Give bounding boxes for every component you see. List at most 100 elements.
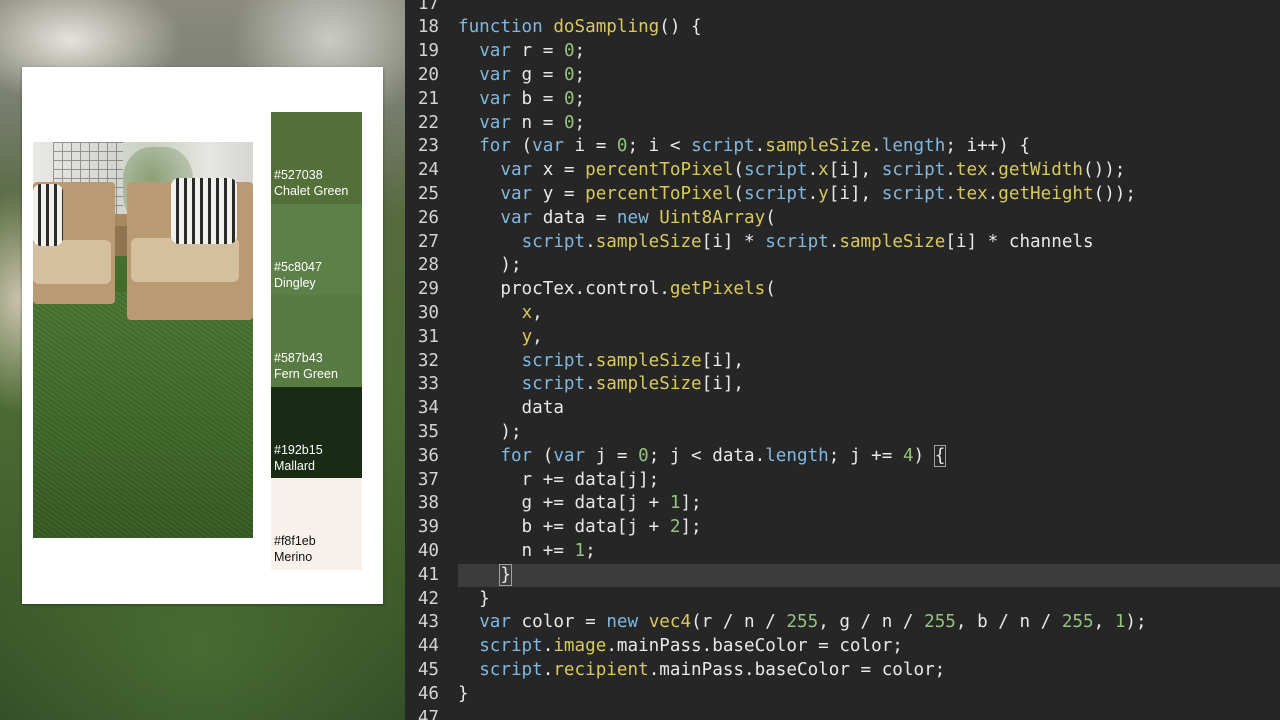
- code-line[interactable]: 31 y,: [405, 326, 1280, 350]
- code-token: ];: [680, 493, 702, 514]
- code-token: script: [521, 374, 586, 395]
- code-line[interactable]: 24 var x = percentToPixel(script.x[i], s…: [405, 159, 1280, 183]
- swatch-hex: #587b43: [274, 351, 323, 365]
- code-token: ; j +=: [828, 445, 903, 466]
- code-token: 2: [669, 517, 681, 538]
- line-number: 28: [417, 255, 439, 276]
- code-text[interactable]: script.image.mainPass.baseColor = color;: [458, 635, 903, 659]
- code-token: script: [521, 350, 586, 371]
- code-line[interactable]: 42 }: [405, 588, 1280, 612]
- code-token: ;: [574, 88, 586, 109]
- code-line[interactable]: 23 for (var i = 0; i < script.sampleSize…: [405, 135, 1280, 159]
- code-line[interactable]: 47: [405, 707, 1280, 720]
- code-line[interactable]: 18 function doSampling() {: [405, 16, 1280, 40]
- code-text[interactable]: );: [458, 421, 522, 445]
- code-line[interactable]: 39 b += data[j + 2];: [405, 516, 1280, 540]
- code-text[interactable]: n += 1;: [458, 540, 596, 564]
- code-token: getPixels: [669, 279, 766, 300]
- code-line[interactable]: 33 script.sampleSize[i],: [405, 373, 1280, 397]
- code-text[interactable]: }: [458, 588, 490, 612]
- code-editor[interactable]: 17 18 function doSampling() {19 var r = 0;…: [405, 0, 1280, 720]
- code-token: image: [553, 636, 607, 657]
- code-text[interactable]: g += data[j + 1];: [458, 492, 702, 516]
- code-line[interactable]: 22 var n = 0;: [405, 112, 1280, 136]
- code-line[interactable]: 34 data: [405, 397, 1280, 421]
- code-token: script: [521, 231, 586, 252]
- code-line[interactable]: 20 var g = 0;: [405, 64, 1280, 88]
- code-text[interactable]: script.sampleSize[i],: [458, 350, 744, 374]
- code-line[interactable]: 27 script.sampleSize[i] * script.sampleS…: [405, 231, 1280, 255]
- code-text[interactable]: var n = 0;: [458, 112, 585, 136]
- code-line[interactable]: 43 var color = new vec4(r / n / 255, g /…: [405, 611, 1280, 635]
- code-line[interactable]: 37 r += data[j];: [405, 469, 1280, 493]
- code-text[interactable]: script.sampleSize[i],: [458, 373, 744, 397]
- code-text[interactable]: var y = percentToPixel(script.y[i], scri…: [458, 183, 1136, 207]
- swatch-name: Mallard: [274, 458, 315, 473]
- code-line[interactable]: 41 }: [405, 563, 1280, 588]
- line-number: 29: [417, 279, 439, 300]
- code-text[interactable]: var data = new Uint8Array(: [458, 207, 775, 231]
- code-text[interactable]: script.recipient.mainPass.baseColor = co…: [458, 659, 945, 683]
- code-line[interactable]: 44 script.image.mainPass.baseColor = col…: [405, 635, 1280, 659]
- code-token: var: [553, 445, 586, 466]
- code-text[interactable]: for (var j = 0; j < data.length; j += 4)…: [458, 444, 947, 469]
- code-text[interactable]: data: [458, 397, 564, 421]
- code-line[interactable]: 29 procTex.control.getPixels(: [405, 278, 1280, 302]
- code-text[interactable]: var g = 0;: [458, 64, 585, 88]
- code-token: vec4: [648, 612, 692, 633]
- code-token: .mainPass.baseColor = color;: [606, 636, 903, 657]
- code-token: n =: [510, 112, 564, 133]
- color-palette-card: #527038 Chalet Green #5c8047 Dingley #587b43…: [22, 67, 383, 604]
- code-line[interactable]: 21 var b = 0;: [405, 88, 1280, 112]
- code-token: );: [1125, 612, 1147, 633]
- code-text[interactable]: var color = new vec4(r / n / 255, g / n …: [458, 611, 1147, 635]
- line-number: 45: [417, 659, 439, 680]
- code-token: (: [765, 279, 776, 300]
- code-token: );: [458, 421, 522, 442]
- code-token: [i],: [701, 350, 745, 371]
- code-text[interactable]: function doSampling() {: [458, 16, 702, 40]
- line-number: 32: [417, 350, 439, 371]
- line-number: 21: [417, 88, 439, 109]
- code-text[interactable]: }: [458, 683, 469, 707]
- code-text[interactable]: script.sampleSize[i] * script.sampleSize…: [458, 231, 1094, 255]
- code-text[interactable]: );: [458, 254, 521, 278]
- code-text[interactable]: x,: [458, 302, 543, 326]
- code-text[interactable]: procTex.control.getPixels(: [458, 278, 776, 302]
- code-text[interactable]: y,: [458, 326, 543, 350]
- code-text[interactable]: var r = 0;: [458, 40, 585, 64]
- code-line[interactable]: 19 var r = 0;: [405, 40, 1280, 64]
- code-line[interactable]: 36 for (var j = 0; j < data.length; j +=…: [405, 444, 1280, 469]
- code-text[interactable]: }: [458, 563, 512, 588]
- code-text[interactable]: for (var i = 0; i < script.sampleSize.le…: [458, 135, 1030, 159]
- code-line[interactable]: 17: [405, 0, 1280, 16]
- code-line[interactable]: 32 script.sampleSize[i],: [405, 350, 1280, 374]
- code-text[interactable]: r += data[j];: [458, 469, 660, 493]
- code-line[interactable]: 30 x,: [405, 302, 1280, 326]
- code-token: ,: [532, 302, 543, 323]
- code-text[interactable]: var b = 0;: [458, 88, 585, 112]
- code-line[interactable]: 38 g += data[j + 1];: [405, 492, 1280, 516]
- code-line[interactable]: 40 n += 1;: [405, 540, 1280, 564]
- code-token: var: [479, 612, 511, 633]
- code-line[interactable]: 26 var data = new Uint8Array(: [405, 207, 1280, 231]
- code-token: script: [744, 183, 808, 204]
- code-token: [i],: [828, 183, 882, 204]
- code-token: 255: [924, 612, 956, 633]
- code-line[interactable]: 25 var y = percentToPixel(script.y[i], s…: [405, 183, 1280, 207]
- code-text[interactable]: var x = percentToPixel(script.x[i], scri…: [458, 159, 1125, 183]
- code-token: 255: [1061, 612, 1094, 633]
- code-text[interactable]: b += data[j + 2];: [458, 516, 702, 540]
- code-line[interactable]: 46}: [405, 683, 1280, 707]
- code-line[interactable]: 45 script.recipient.mainPass.baseColor =…: [405, 659, 1280, 683]
- text-cursor: [510, 564, 512, 585]
- photo-pillow-right: [171, 178, 237, 244]
- code-line[interactable]: 28 );: [405, 254, 1280, 278]
- code-token: ];: [680, 517, 702, 538]
- code-line[interactable]: 35 );: [405, 421, 1280, 445]
- swatch-hex: #192b15: [274, 442, 323, 457]
- swatch-name: Fern Green: [274, 367, 338, 381]
